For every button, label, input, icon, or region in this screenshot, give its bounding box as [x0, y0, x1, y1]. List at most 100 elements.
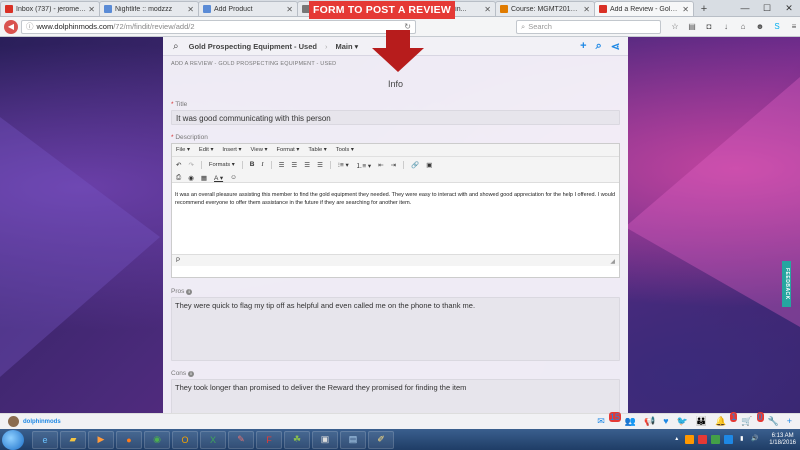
link-icon[interactable]: 🔗 [411, 161, 419, 169]
group-icon[interactable]: 👪 [696, 416, 707, 427]
home-icon[interactable]: ⌂ [737, 22, 749, 31]
heart-icon[interactable]: ♥ [663, 416, 668, 427]
redo-icon[interactable]: ↷ [188, 161, 193, 169]
new-tab-button[interactable]: + [697, 2, 711, 16]
info-icon[interactable]: i [186, 289, 193, 295]
terminal-icon[interactable]: ▣ [312, 430, 338, 449]
menu-icon[interactable]: ≡ [788, 22, 800, 31]
plus-icon[interactable]: + [580, 40, 586, 53]
network-icon[interactable]: ▮ [737, 435, 746, 444]
editor-menu-view[interactable]: View ▾ [250, 147, 267, 153]
clipboard-icon[interactable]: ▤ [686, 22, 698, 31]
editor-menu-tools[interactable]: Tools ▾ [336, 147, 354, 153]
close-icon[interactable]: ✕ [187, 5, 194, 14]
download-icon[interactable]: ↓ [720, 22, 732, 31]
announce-icon[interactable]: 📢 [644, 416, 655, 427]
avatar[interactable] [8, 416, 19, 427]
close-icon[interactable]: ✕ [88, 5, 95, 14]
tray-arrow-icon[interactable]: ▴ [672, 435, 681, 444]
close-window-icon[interactable]: ✕ [778, 0, 800, 16]
url-bar[interactable]: ⓘ www.dolphinmods.com/72/m/findit/review… [21, 19, 416, 34]
volume-icon[interactable]: 🔊 [750, 435, 759, 444]
back-button[interactable]: ◀ [4, 19, 18, 34]
align-justify-icon[interactable]: ☰ [317, 161, 323, 169]
editor-menu-file[interactable]: File ▾ [176, 147, 190, 153]
editor-menu-table[interactable]: Table ▾ [308, 147, 326, 153]
resize-handle-icon[interactable]: ◢ [610, 258, 615, 265]
breadcrumb-listing[interactable]: Gold Prospecting Equipment - Used [189, 42, 317, 51]
excel-icon[interactable]: X [200, 430, 226, 449]
share-icon[interactable]: ⋖ [611, 40, 620, 53]
chevron-down-icon[interactable]: ▾ [355, 42, 359, 51]
image-icon[interactable]: ▣ [426, 161, 432, 169]
plus-icon[interactable]: + [787, 416, 792, 427]
browser-search-input[interactable]: ⌕ Search [516, 19, 661, 34]
firefox-icon[interactable]: ● [116, 430, 142, 449]
editor-menu-edit[interactable]: Edit ▾ [199, 147, 214, 153]
media-player-icon[interactable]: ▶ [88, 430, 114, 449]
frog-icon[interactable]: ☘ [284, 430, 310, 449]
breadcrumb-main[interactable]: Main [335, 42, 352, 51]
friends-icon[interactable]: 👥 [625, 416, 636, 427]
title-input[interactable]: It was good communicating with this pers… [171, 110, 620, 125]
twitter-icon[interactable]: 🐦 [677, 416, 688, 427]
tray-app-icon[interactable] [698, 435, 708, 444]
close-icon[interactable]: ✕ [583, 5, 590, 14]
paint-icon[interactable]: ✎ [228, 430, 254, 449]
system-clock[interactable]: 6:13 AM 1/18/2016 [769, 433, 796, 447]
star-icon[interactable]: ☆ [669, 22, 681, 31]
search-icon[interactable]: ⌕ [173, 41, 179, 52]
tools-icon[interactable]: ✐ [368, 430, 394, 449]
cart-icon[interactable]: 🛒 0 [741, 412, 764, 427]
start-button[interactable] [2, 429, 24, 450]
preview-icon[interactable]: ◉ [188, 174, 194, 182]
folder-icon[interactable]: ▰ [60, 430, 86, 449]
browser-tab[interactable]: Add Product ✕ [198, 1, 298, 16]
wrench-icon[interactable]: 🔧 [768, 416, 779, 427]
outlook-icon[interactable]: O [172, 430, 198, 449]
media-icon[interactable]: ▦ [201, 174, 207, 182]
document-icon[interactable]: ▤ [340, 430, 366, 449]
pocket-icon[interactable]: ◘ [703, 22, 715, 31]
skype-icon[interactable]: S [771, 22, 783, 31]
browser-tab[interactable]: Nightlife :: modzzz ✕ [99, 1, 199, 16]
print-icon[interactable]: ⎙ [176, 174, 181, 182]
emoji-icon[interactable]: ☻ [754, 22, 766, 31]
text-color-icon[interactable]: A ▾ [214, 174, 223, 182]
bold-icon[interactable]: B [250, 161, 255, 168]
align-right-icon[interactable]: ☰ [304, 161, 310, 169]
browser-tab[interactable]: Inbox (737) - jeromemi... ✕ [0, 1, 100, 16]
close-icon[interactable]: ✕ [484, 5, 491, 14]
filezilla-icon[interactable]: F [256, 430, 282, 449]
emoticon-icon[interactable]: ☺ [230, 174, 237, 181]
indent-icon[interactable]: ⇥ [391, 161, 396, 169]
editor-menu-format[interactable]: Format ▾ [276, 147, 299, 153]
maximize-icon[interactable]: ☐ [756, 0, 778, 16]
outdent-icon[interactable]: ⇤ [378, 161, 383, 169]
tray-app-icon[interactable] [724, 435, 734, 444]
close-icon[interactable]: ✕ [682, 5, 689, 14]
feedback-tab[interactable]: FEEDBACK [782, 261, 791, 307]
ie-icon[interactable]: e [32, 430, 58, 449]
tray-app-icon[interactable] [685, 435, 695, 444]
bell-icon[interactable]: 🔔 1 [715, 412, 738, 427]
editor-menu-insert[interactable]: Insert ▾ [222, 147, 241, 153]
align-left-icon[interactable]: ☰ [279, 161, 285, 169]
align-center-icon[interactable]: ☰ [291, 161, 297, 169]
info-icon[interactable]: i [188, 371, 194, 377]
browser-tab[interactable]: Course: MGMT2013 Intr...✕ [495, 1, 595, 16]
numbered-list-icon[interactable]: ⒈≡ ▾ [356, 160, 371, 170]
search-icon[interactable]: ⌕ [596, 40, 602, 53]
username-link[interactable]: dolphinmods [23, 419, 61, 425]
italic-icon[interactable]: I [261, 161, 263, 168]
minimize-icon[interactable]: — [734, 0, 756, 16]
pros-textarea[interactable]: They were quick to flag my tip off as he… [171, 297, 620, 361]
bullet-list-icon[interactable]: ⁝≡ ▾ [338, 161, 349, 169]
formats-dropdown[interactable]: Formats ▾ [209, 162, 235, 168]
close-icon[interactable]: ✕ [286, 5, 293, 14]
browser-tab-active[interactable]: Add a Review - Gold Pr...✕ [594, 1, 694, 16]
cons-textarea[interactable]: They took longer than promised to delive… [171, 379, 620, 413]
undo-icon[interactable]: ↶ [176, 161, 181, 169]
tray-app-icon[interactable] [711, 435, 721, 444]
chrome-icon[interactable]: ◉ [144, 430, 170, 449]
